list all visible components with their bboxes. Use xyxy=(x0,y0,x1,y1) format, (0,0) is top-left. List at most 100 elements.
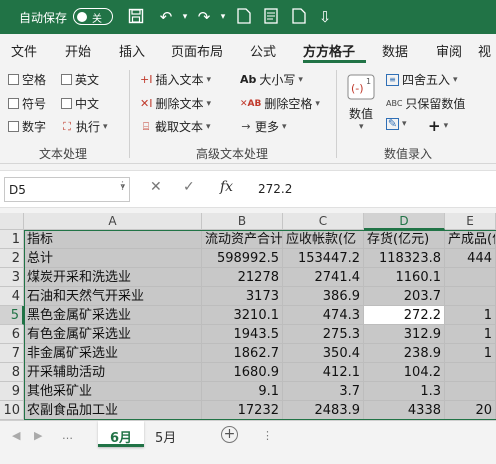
cell-c[interactable]: 应收帐款(亿 xyxy=(283,230,364,249)
cell-c[interactable]: 474.3 xyxy=(283,306,364,325)
row-header[interactable]: 1 xyxy=(0,230,24,249)
cell-b[interactable]: 17232 xyxy=(202,401,283,420)
cell-e[interactable]: 1 xyxy=(445,306,496,325)
cancel-icon[interactable]: ✕ xyxy=(150,179,162,195)
name-box[interactable]: D5 ▾ xyxy=(4,177,130,202)
row-header[interactable]: 8 xyxy=(0,363,24,382)
cell-e[interactable]: 20 xyxy=(445,401,496,420)
execute-button[interactable]: ⛶ 执行 ▾ xyxy=(61,118,107,135)
row-header[interactable]: 6 xyxy=(0,325,24,344)
undo-icon[interactable]: ↶ xyxy=(157,8,175,26)
more-options-icon[interactable]: ⋮ xyxy=(262,429,273,442)
checkbox-box[interactable] xyxy=(61,74,72,85)
numeric-button[interactable]: 数值 xyxy=(349,105,373,122)
cell-e[interactable] xyxy=(445,382,496,401)
cell-a[interactable]: 非金属矿采选业 xyxy=(24,344,202,363)
cell-a[interactable]: 其他采矿业 xyxy=(24,382,202,401)
cell-b[interactable]: 21278 xyxy=(202,268,283,287)
column-header-e[interactable]: E xyxy=(445,213,496,230)
scroll-right-icon[interactable]: ▶ xyxy=(34,429,42,442)
tab-page-layout[interactable]: 页面布局 xyxy=(171,41,223,60)
column-header-a[interactable]: A xyxy=(24,213,202,230)
more-options-icon[interactable]: ⋮ xyxy=(117,179,128,192)
cell-b[interactable]: 1943.5 xyxy=(202,325,283,344)
column-header-b[interactable]: B xyxy=(202,213,283,230)
cell-d[interactable]: 1.3 xyxy=(364,382,445,401)
more-sheets-icon[interactable]: … xyxy=(62,429,73,442)
cell-a[interactable]: 石油和天然气开采业 xyxy=(24,287,202,306)
chevron-down-icon[interactable]: ▾ xyxy=(359,122,364,132)
cell-d[interactable]: 312.9 xyxy=(364,325,445,344)
active-cell[interactable]: 272.2 xyxy=(364,306,445,325)
cell-c[interactable]: 386.9 xyxy=(283,287,364,306)
chevron-down-icon[interactable]: ▾ xyxy=(214,8,232,26)
cell-a[interactable]: 黑色金属矿采选业 xyxy=(24,306,202,325)
checkbox-symbol[interactable]: 符号 xyxy=(8,95,46,112)
cell-e[interactable] xyxy=(445,268,496,287)
file-icon[interactable] xyxy=(290,8,308,26)
cell-d[interactable]: 238.9 xyxy=(364,344,445,363)
column-header-c[interactable]: C xyxy=(283,213,364,230)
row-header[interactable]: 5 xyxy=(0,306,24,325)
autosave-toggle[interactable]: 关 xyxy=(73,8,113,25)
cell-c[interactable]: 2741.4 xyxy=(283,268,364,287)
sheet-tab-may[interactable]: 5月 xyxy=(143,421,188,447)
delete-text-button[interactable]: ✕I 删除文本 ▾ xyxy=(140,95,211,112)
row-header[interactable]: 9 xyxy=(0,382,24,401)
cell-e[interactable]: 产成品(亿 xyxy=(445,230,496,249)
file-icon[interactable] xyxy=(235,8,253,26)
formula-input[interactable]: 272.2 xyxy=(258,182,292,196)
enter-icon[interactable]: ✓ xyxy=(183,179,195,195)
tab-review[interactable]: 审阅 xyxy=(436,41,462,60)
cell-c[interactable]: 153447.2 xyxy=(283,249,364,268)
row-header[interactable]: 3 xyxy=(0,268,24,287)
column-header-d[interactable]: D xyxy=(364,213,445,230)
cell-c[interactable]: 2483.9 xyxy=(283,401,364,420)
row-header[interactable]: 4 xyxy=(0,287,24,306)
cell-a[interactable]: 煤炭开采和洗选业 xyxy=(24,268,202,287)
tab-file[interactable]: 文件 xyxy=(11,41,37,60)
cell-c[interactable]: 350.4 xyxy=(283,344,364,363)
row-header[interactable]: 7 xyxy=(0,344,24,363)
cell-e[interactable]: 1 xyxy=(445,344,496,363)
cell-d[interactable]: 203.7 xyxy=(364,287,445,306)
case-button[interactable]: Ab 大小写 ▾ xyxy=(240,71,303,88)
cell-a[interactable]: 总计 xyxy=(24,249,202,268)
cell-b[interactable]: 1862.7 xyxy=(202,344,283,363)
checkbox-box[interactable] xyxy=(61,98,72,109)
cell-d[interactable]: 118323.8 xyxy=(364,249,445,268)
cell-e[interactable]: 444 xyxy=(445,249,496,268)
cell-a[interactable]: 有色金属矿采选业 xyxy=(24,325,202,344)
tab-insert[interactable]: 插入 xyxy=(119,41,145,60)
cell-b[interactable]: 3173 xyxy=(202,287,283,306)
tab-formulas[interactable]: 公式 xyxy=(250,41,276,60)
cell-b[interactable]: 1680.9 xyxy=(202,363,283,382)
more-button[interactable]: → 更多 ▾ xyxy=(240,118,286,135)
cell-b[interactable]: 9.1 xyxy=(202,382,283,401)
edit-cell-button[interactable]: ✎ ▾ xyxy=(386,118,407,130)
cell-a[interactable]: 开采辅助活动 xyxy=(24,363,202,382)
tab-data[interactable]: 数据 xyxy=(382,41,408,60)
round-button[interactable]: ≡ 四舍五入 ▾ xyxy=(386,71,458,88)
cell-d[interactable]: 104.2 xyxy=(364,363,445,382)
add-sheet-icon[interactable]: + xyxy=(221,426,238,443)
insert-function-icon[interactable]: fx xyxy=(220,179,233,195)
sheet-tab-june[interactable]: 6月 xyxy=(98,421,145,447)
add-button[interactable]: + ▾ xyxy=(428,117,448,135)
cell-d[interactable]: 4338 xyxy=(364,401,445,420)
cell-a[interactable]: 农副食品加工业 xyxy=(24,401,202,420)
cell-e[interactable]: 1 xyxy=(445,325,496,344)
scroll-left-icon[interactable]: ◀ xyxy=(12,429,20,442)
numeric-icon[interactable]: (-) 1 xyxy=(346,72,380,102)
checkbox-number[interactable]: 数字 xyxy=(8,118,46,135)
tab-view[interactable]: 视 xyxy=(478,41,491,60)
checkbox-box[interactable] xyxy=(8,121,19,132)
cell-e[interactable] xyxy=(445,287,496,306)
customize-toolbar-icon[interactable]: ⇩ xyxy=(316,8,334,26)
document-icon[interactable] xyxy=(262,8,280,26)
cell-c[interactable]: 412.1 xyxy=(283,363,364,382)
cell-b[interactable]: 3210.1 xyxy=(202,306,283,325)
cell-e[interactable] xyxy=(445,363,496,382)
cell-c[interactable]: 3.7 xyxy=(283,382,364,401)
redo-icon[interactable]: ↷ xyxy=(195,8,213,26)
